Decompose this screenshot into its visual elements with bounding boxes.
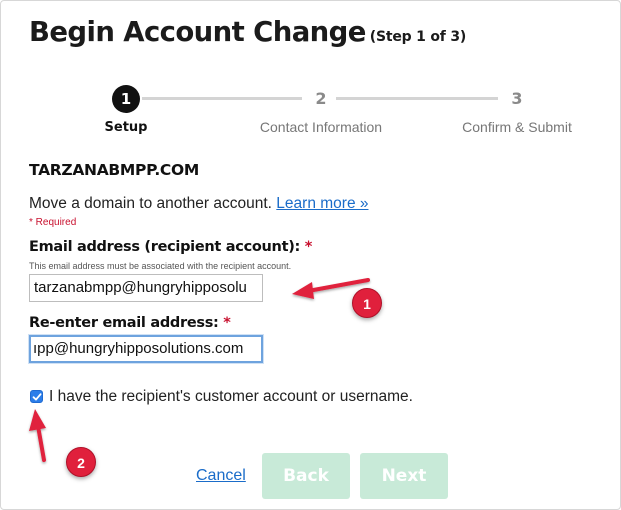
annotation-arrows — [29, 278, 370, 462]
annotation-badge-1: 1 — [352, 288, 382, 318]
arrow-2-icon — [29, 409, 46, 462]
annotation-badge-2: 2 — [66, 447, 96, 477]
